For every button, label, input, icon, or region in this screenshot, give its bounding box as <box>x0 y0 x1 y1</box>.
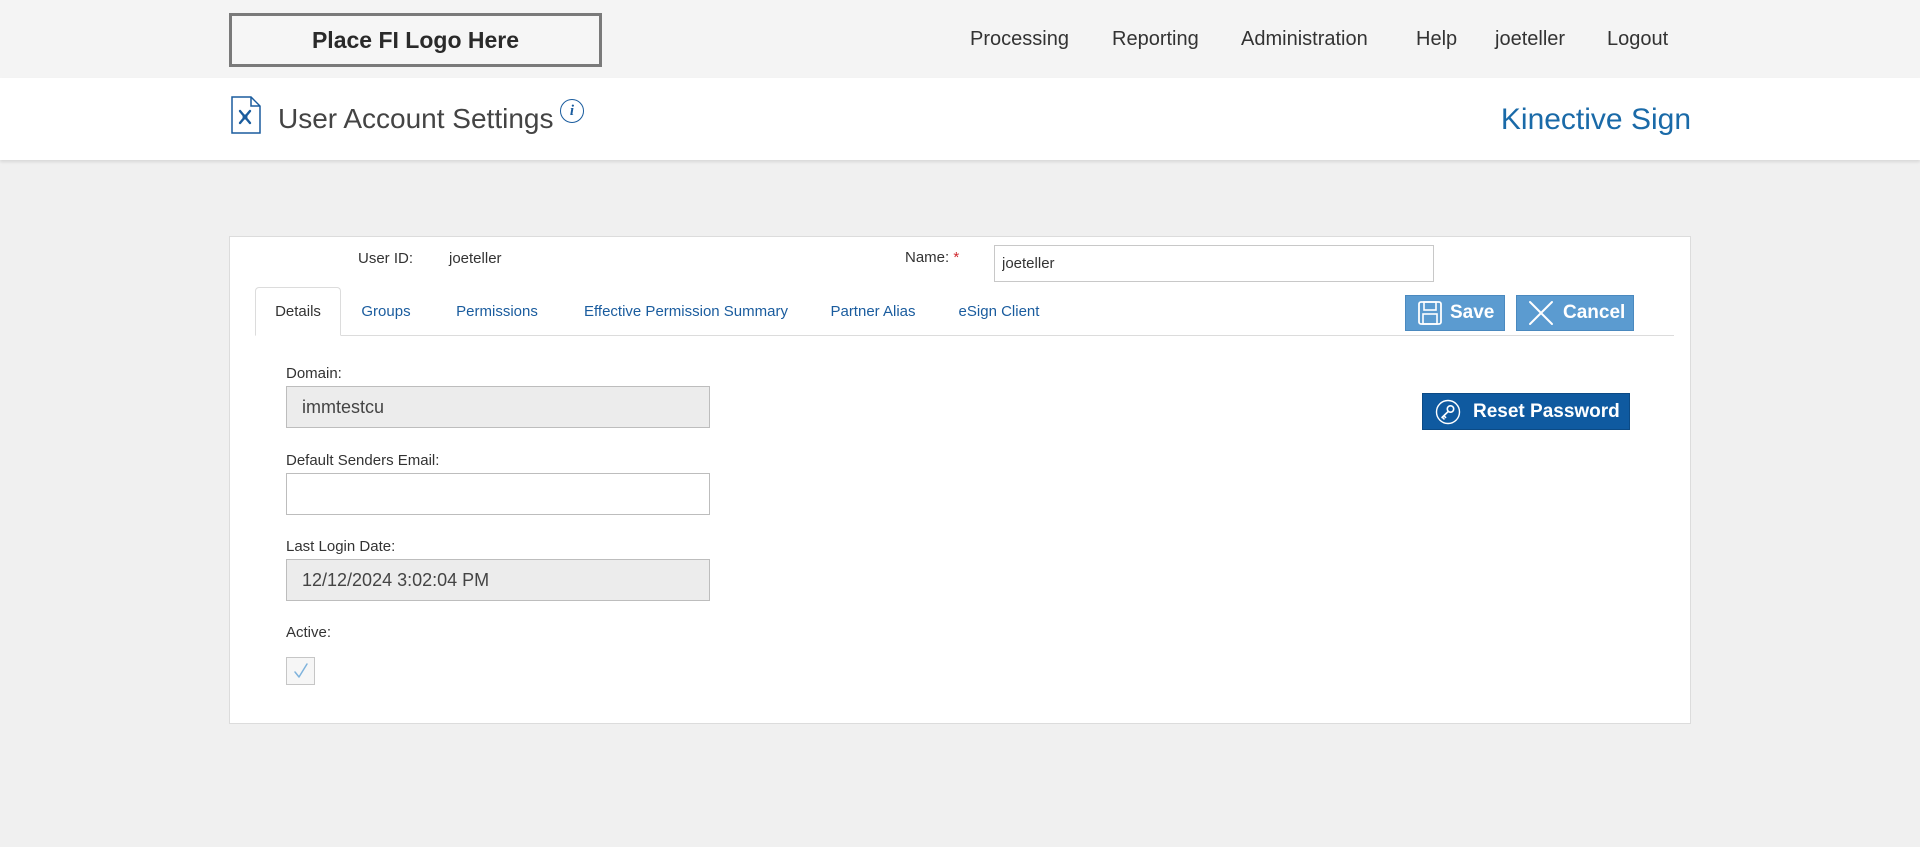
last-login-date-label: Last Login Date: <box>286 538 396 555</box>
tab-permissions[interactable]: Permissions <box>453 287 541 335</box>
tab-partner-alias[interactable]: Partner Alias <box>828 287 918 335</box>
default-senders-email-field[interactable] <box>286 473 710 515</box>
reset-password-label: Reset Password <box>1473 400 1620 422</box>
tab-esign-client[interactable]: eSign Client <box>957 287 1041 335</box>
tab-groups[interactable]: Groups <box>358 287 414 335</box>
nav-logout[interactable]: Logout <box>1607 28 1668 51</box>
user-account-panel: User ID: joeteller Name: * Details Group… <box>229 236 1691 724</box>
reset-password-button[interactable]: Reset Password <box>1422 393 1630 430</box>
tab-details[interactable]: Details <box>255 287 341 336</box>
nav-processing[interactable]: Processing <box>970 28 1069 51</box>
active-label: Active: <box>286 624 332 641</box>
domain-field: immtestcu <box>286 386 710 428</box>
name-label: Name: * <box>905 249 959 266</box>
active-checkbox[interactable] <box>286 657 315 685</box>
close-icon <box>1529 301 1553 325</box>
product-name: Kinective Sign <box>1500 103 1691 136</box>
top-bar: Place FI Logo Here Processing Reporting … <box>0 0 1920 78</box>
tab-effective-permission-summary[interactable]: Effective Permission Summary <box>579 287 793 335</box>
fi-logo: Place FI Logo Here <box>229 13 602 67</box>
last-login-date-field: 12/12/2024 3:02:04 PM <box>286 559 710 601</box>
cancel-button-label: Cancel <box>1563 302 1626 323</box>
info-icon[interactable]: i <box>560 99 584 123</box>
name-field[interactable] <box>994 245 1434 282</box>
key-icon <box>1435 399 1461 424</box>
save-button-label: Save <box>1450 302 1495 323</box>
user-settings-page-icon <box>231 96 261 134</box>
default-senders-email-label: Default Senders Email: <box>286 452 440 469</box>
tab-strip-divider <box>255 335 1674 336</box>
checkmark-icon <box>293 663 308 678</box>
nav-administration[interactable]: Administration <box>1241 28 1368 51</box>
save-icon <box>1418 301 1442 325</box>
save-button[interactable]: Save <box>1405 295 1505 331</box>
nav-reporting[interactable]: Reporting <box>1112 28 1199 51</box>
page-title: User Account Settings <box>278 103 554 134</box>
nav-user-menu[interactable]: joeteller <box>1495 28 1565 51</box>
user-id-value: joeteller <box>449 250 502 267</box>
name-label-text: Name: <box>905 249 950 266</box>
cancel-button[interactable]: Cancel <box>1516 295 1634 331</box>
required-marker: * <box>953 249 960 266</box>
nav-help[interactable]: Help <box>1416 28 1457 51</box>
domain-label: Domain: <box>286 365 342 382</box>
user-id-label: User ID: <box>358 250 414 267</box>
